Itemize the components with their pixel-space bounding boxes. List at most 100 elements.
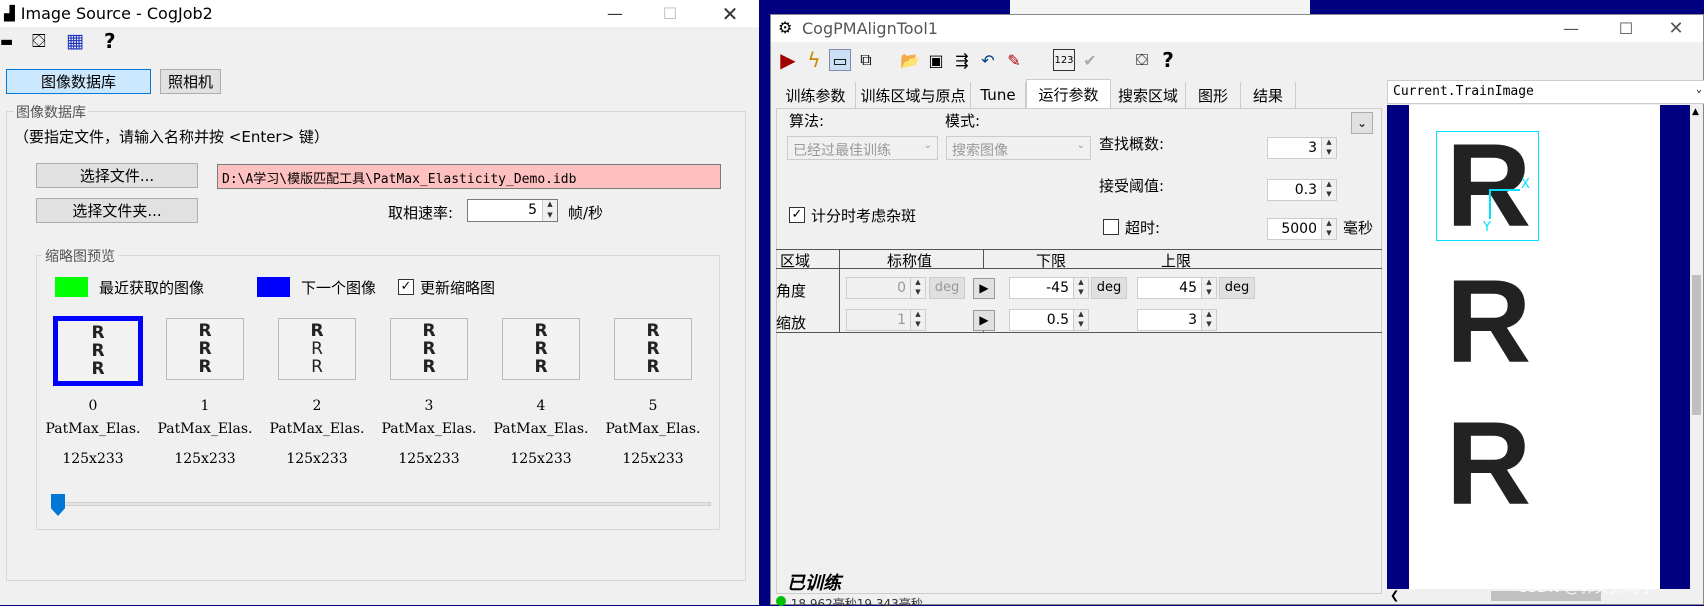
rate-input[interactable]: 5 ▲ ▼ — [467, 199, 558, 222]
thumbnail-letter: R — [646, 339, 660, 359]
thumbnail-image[interactable]: RRR — [614, 318, 692, 380]
accept-spinner[interactable]: ▲ ▼ — [1321, 180, 1336, 200]
export-icon[interactable]: ⇶ — [951, 49, 973, 71]
high-value: 45 — [1179, 280, 1197, 296]
thumbnail-letter: R — [91, 359, 105, 379]
clutter-checkbox[interactable]: ✓ — [789, 207, 805, 223]
timeout-spinner[interactable]: ▲ ▼ — [1321, 219, 1336, 239]
timeout-checkbox[interactable] — [1103, 219, 1119, 235]
thumbnail-image[interactable]: RRR — [390, 318, 468, 380]
tab-search-region[interactable]: 搜索区域 — [1111, 82, 1186, 108]
image-icon[interactable]: ▭ — [829, 49, 851, 71]
tab-run-params[interactable]: 运行参数 — [1026, 79, 1111, 109]
close-button[interactable]: ✕ — [1651, 15, 1701, 42]
vertical-scroll-thumb[interactable] — [1692, 275, 1701, 415]
expand-arrow-icon[interactable]: ▶ — [973, 310, 995, 331]
close-button[interactable]: ✕ — [705, 0, 755, 27]
tab-image-database[interactable]: 图像数据库 — [6, 69, 151, 94]
origin-x-axis — [1490, 189, 1520, 191]
electric-icon[interactable]: ϟ — [803, 48, 825, 72]
maximize-button[interactable]: ☐ — [1601, 15, 1651, 42]
reset-icon[interactable]: ↶ — [977, 49, 999, 71]
save-icon[interactable]: ▣ — [925, 49, 947, 71]
brush-icon[interactable]: ✎ — [1003, 49, 1025, 71]
pmalign-window: ⚙ CogPMAlignTool1 — ☐ ✕ ▶ ϟ ▭ ⧉ 📂 ▣ ⇶ ↶ … — [770, 14, 1704, 606]
chevron-down-icon: ⌄ — [923, 140, 932, 151]
update-thumbs-checkbox[interactable]: ✓ — [398, 279, 414, 295]
nominal-spinner[interactable]: ▲ ▼ — [910, 278, 925, 298]
counter-icon[interactable]: 123 — [1053, 49, 1075, 71]
expand-arrow-icon[interactable]: ▶ — [973, 278, 995, 299]
thumbnail-image[interactable]: RRR — [53, 316, 143, 386]
image-combo[interactable]: Current.TrainImage ⌄ — [1387, 80, 1704, 104]
thumbnail-letter: R — [198, 321, 212, 341]
copy-icon[interactable]: ⧉ — [855, 49, 877, 71]
trained-label: 已训练 — [787, 573, 841, 594]
thumbnail-letter: R — [91, 341, 105, 361]
header-high: 上限 — [1161, 252, 1192, 270]
tab-train-region[interactable]: 训练区域与原点 — [856, 82, 971, 108]
open-icon[interactable]: 📂 — [899, 49, 921, 71]
select-file-button[interactable]: 选择文件... — [36, 163, 198, 188]
select-folder-button[interactable]: 选择文件夹... — [36, 198, 198, 223]
next-label: 下一个图像 — [301, 279, 377, 297]
help-icon[interactable]: ? — [104, 29, 116, 53]
scroll-up-icon[interactable]: ▲ — [1692, 107, 1699, 117]
thumbnail-image[interactable]: RRR — [278, 318, 356, 380]
collapse-button[interactable]: ⌄ — [1351, 112, 1373, 134]
timeout-input[interactable]: 5000 ▲ ▼ — [1267, 218, 1337, 240]
tab-tune[interactable]: Tune — [971, 82, 1026, 108]
nominal-spinner[interactable]: ▲ ▼ — [910, 310, 925, 330]
high-input[interactable]: 3 ▲ ▼ — [1137, 309, 1217, 331]
measure-icon[interactable]: ⛋ — [32, 31, 46, 52]
tab-camera[interactable]: 照相机 — [160, 69, 221, 94]
low-spinner[interactable]: ▲ ▼ — [1073, 278, 1088, 298]
app-icon: ▟ — [4, 5, 15, 22]
accept-input[interactable]: 0.3 ▲ ▼ — [1267, 179, 1337, 201]
path-field[interactable]: D:\A学习\模版匹配工具\PatMax_Elasticity_Demo.idb — [217, 164, 721, 189]
thumbnail-size: 125x233 — [398, 451, 460, 467]
nominal-unit-button[interactable]: deg — [929, 277, 965, 299]
row-name: 角度 — [776, 282, 807, 300]
row-name: 缩放 — [776, 314, 807, 332]
mode-select[interactable]: 搜索图像 ⌄ — [946, 136, 1091, 160]
grid-icon[interactable]: ▦ — [66, 30, 84, 52]
header-nominal: 标称值 — [887, 252, 933, 270]
tab-train-params[interactable]: 训练参数 — [776, 82, 856, 108]
table-col-line-1 — [839, 249, 840, 332]
accept-label: 接受阈值: — [1099, 177, 1165, 195]
window-title: Image Source - CogJob2 — [20, 4, 213, 23]
thumbnail-image[interactable]: RRR — [502, 318, 580, 380]
maximize-button[interactable]: ☐ — [645, 0, 695, 27]
minimize-button[interactable]: — — [590, 0, 640, 27]
measure-icon[interactable]: ⛋ — [1131, 49, 1153, 71]
help-icon[interactable]: ? — [1157, 48, 1179, 72]
minimize-button[interactable]: — — [1546, 15, 1596, 42]
thumbnail-letter: R — [311, 339, 323, 359]
low-input[interactable]: -45 ▲ ▼ — [1009, 277, 1089, 299]
nominal-input[interactable]: 0 ▲ ▼ — [846, 277, 926, 299]
find-count-spinner[interactable]: ▲ ▼ — [1321, 138, 1336, 158]
thumbnail-name: PatMax_Elas. — [493, 421, 589, 437]
high-spinner[interactable]: ▲ ▼ — [1201, 278, 1216, 298]
high-unit-button[interactable]: deg — [1219, 277, 1255, 299]
low-unit-button[interactable]: deg — [1091, 277, 1127, 299]
tab-graphics[interactable]: 图形 — [1186, 82, 1241, 108]
scroll-left-icon[interactable]: ❮ — [1390, 589, 1399, 602]
find-count-input[interactable]: 3 ▲ ▼ — [1267, 137, 1337, 159]
tab-results[interactable]: 结果 — [1241, 82, 1296, 108]
thumbnail-image[interactable]: RRR — [166, 318, 244, 380]
nominal-input[interactable]: 1 ▲ ▼ — [846, 309, 926, 331]
check-icon[interactable]: ✔ — [1079, 49, 1101, 71]
low-input[interactable]: 0.5 ▲ ▼ — [1009, 309, 1089, 331]
high-spinner[interactable]: ▲ ▼ — [1201, 310, 1216, 330]
low-spinner[interactable]: ▲ ▼ — [1073, 310, 1088, 330]
recent-swatch — [55, 277, 88, 297]
chevron-down-icon: ⌄ — [1695, 84, 1702, 95]
rate-spinner[interactable]: ▲ ▼ — [542, 200, 557, 221]
algo-select[interactable]: 已经过最佳训练 ⌄ — [787, 136, 938, 160]
high-input[interactable]: 45 ▲ ▼ — [1137, 277, 1217, 299]
run-icon[interactable]: ▶ — [777, 48, 799, 72]
plug-icon[interactable]: ▬ — [0, 34, 13, 50]
thumb-slider-track — [56, 502, 711, 506]
